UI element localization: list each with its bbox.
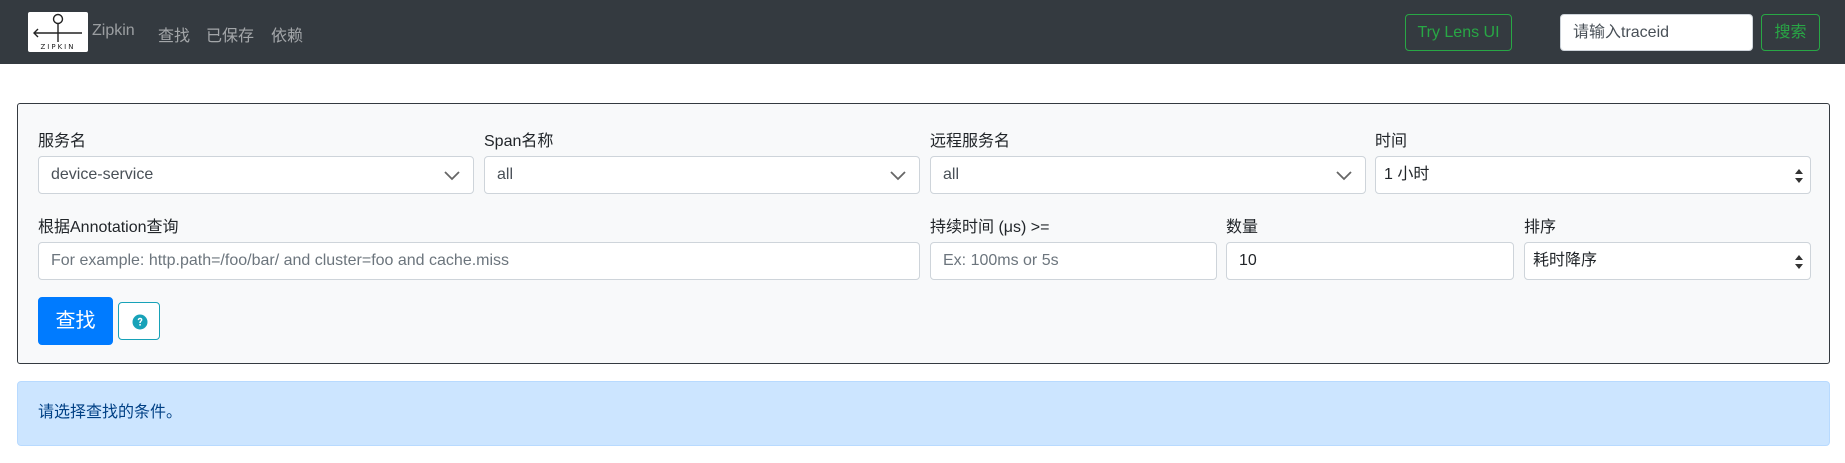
- chevron-down-icon: [444, 171, 460, 181]
- top-navbar: ZIPKIN Zipkin 查找 已保存 依赖 Try Lens UI 搜索: [0, 0, 1845, 64]
- nav-link-find[interactable]: 查找: [158, 22, 190, 46]
- remote-service-select[interactable]: all: [930, 156, 1366, 194]
- select-arrows-icon: [1795, 255, 1803, 269]
- zipkin-logo[interactable]: ZIPKIN: [28, 12, 88, 52]
- search-form-panel: 服务名 Span名称 远程服务名 时间 device-service all a…: [17, 103, 1830, 364]
- trace-search-button[interactable]: 搜索: [1761, 14, 1820, 51]
- span-name-select[interactable]: all: [484, 156, 920, 194]
- service-name-value: device-service: [51, 166, 154, 183]
- nav-link-saved[interactable]: 已保存: [206, 22, 254, 46]
- nav-link-dependencies[interactable]: 依赖: [271, 22, 303, 46]
- duration-label: 持续时间 (μs) >=: [930, 219, 1050, 236]
- chevron-down-icon: [890, 171, 906, 181]
- try-lens-ui-button[interactable]: Try Lens UI: [1405, 14, 1512, 51]
- limit-input[interactable]: [1226, 242, 1514, 280]
- sort-label: 排序: [1524, 219, 1557, 236]
- traceid-search-input[interactable]: [1560, 14, 1753, 51]
- info-alert: 请选择查找的条件。: [17, 381, 1830, 446]
- alert-message: 请选择查找的条件。: [38, 404, 183, 421]
- find-traces-button[interactable]: 查找: [38, 297, 113, 345]
- annotation-query-label: 根据Annotation查询: [38, 219, 179, 236]
- annotation-query-input[interactable]: [38, 242, 920, 280]
- select-arrows-icon: [1795, 169, 1803, 183]
- span-name-value: all: [497, 166, 514, 183]
- time-label: 时间: [1375, 133, 1408, 150]
- remote-service-label: 远程服务名: [930, 133, 1011, 150]
- span-name-label: Span名称: [484, 133, 554, 150]
- time-range-select[interactable]: 1 小时: [1375, 156, 1811, 194]
- chevron-down-icon: [1336, 171, 1352, 181]
- duration-input[interactable]: [930, 242, 1217, 280]
- sort-order-select[interactable]: 耗时降序: [1524, 242, 1811, 280]
- logo-wordmark: ZIPKIN: [40, 43, 76, 51]
- question-circle-icon: [132, 314, 148, 330]
- sort-order-value: 耗时降序: [1533, 252, 1598, 269]
- help-button[interactable]: [118, 302, 160, 340]
- service-name-label: 服务名: [38, 133, 87, 150]
- time-range-value: 1 小时: [1384, 166, 1430, 183]
- remote-service-value: all: [943, 166, 960, 183]
- service-name-select[interactable]: device-service: [38, 156, 474, 194]
- brand-name[interactable]: Zipkin: [92, 22, 135, 40]
- limit-label: 数量: [1226, 219, 1259, 236]
